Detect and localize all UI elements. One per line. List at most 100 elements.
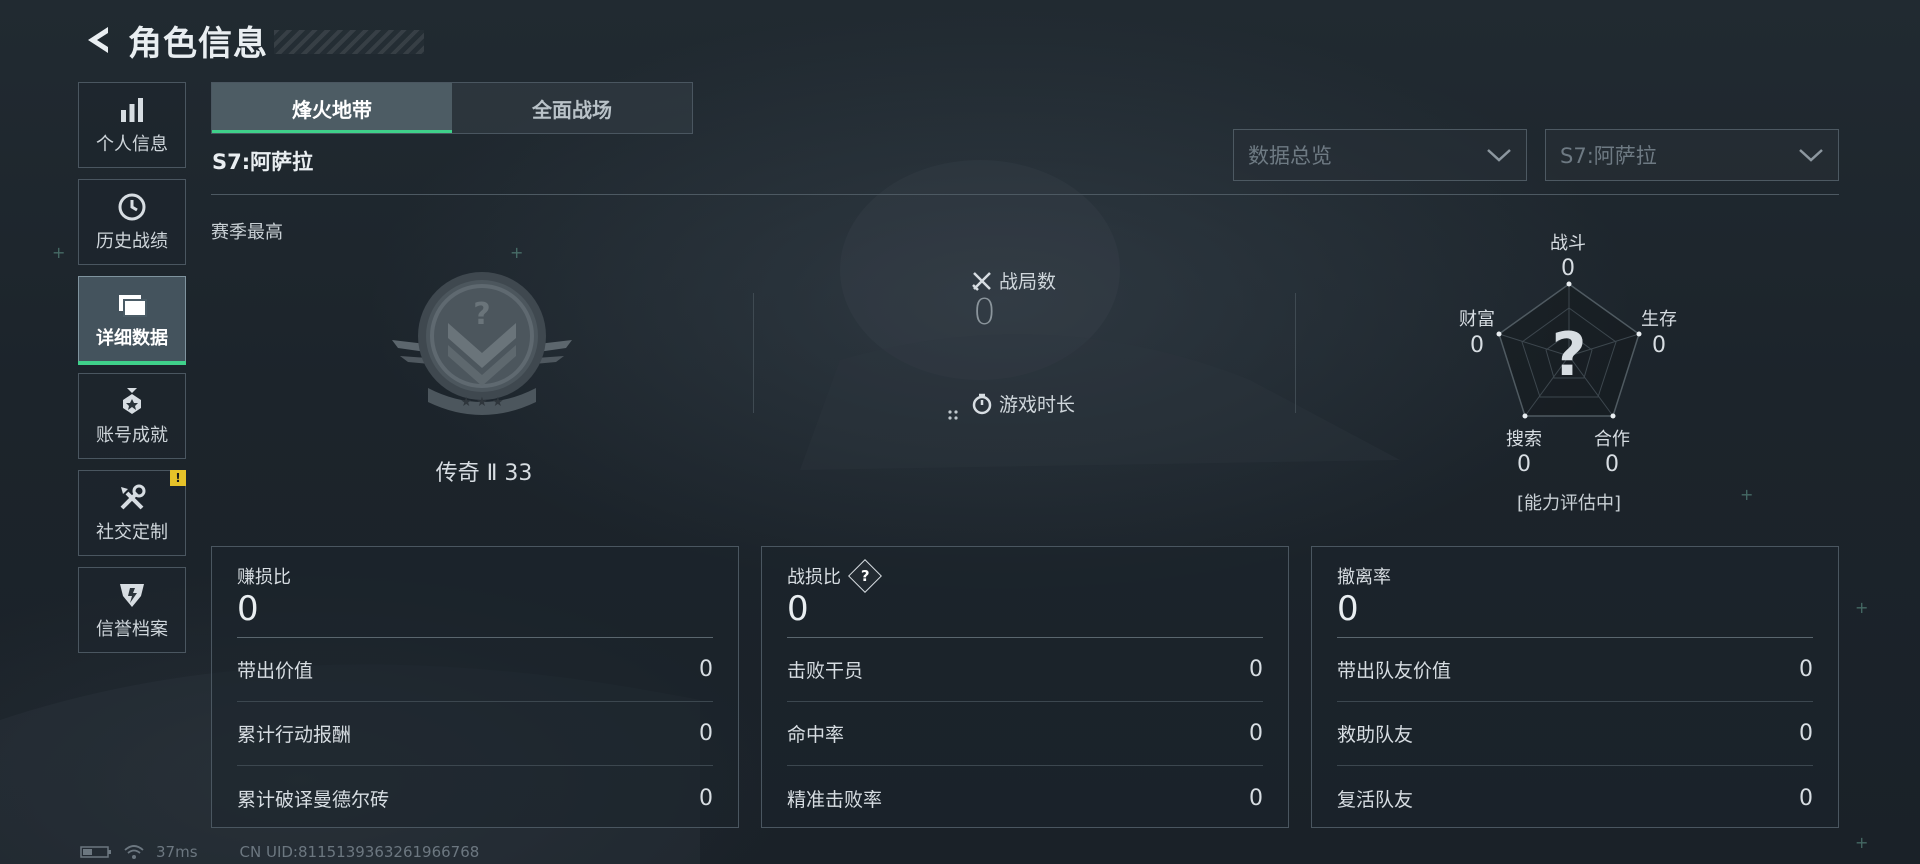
sidebar-item-label: 账号成就 xyxy=(96,425,168,446)
back-button[interactable] xyxy=(78,19,120,61)
question-icon: ? xyxy=(860,566,870,585)
sidebar-item-label: 社交定制 xyxy=(96,522,168,543)
season-title: S7:阿萨拉 xyxy=(212,150,314,174)
card-row: 命中率 0 xyxy=(787,702,1263,766)
sidebar-item-achievements[interactable]: 账号成就 xyxy=(78,373,186,459)
tab-full-battlefield[interactable]: 全面战场 xyxy=(452,83,692,133)
playtime-label-row: 游戏时长 xyxy=(971,390,1075,417)
vertical-divider xyxy=(753,293,754,413)
bar-chart-icon xyxy=(115,94,149,126)
sidebar-item-history[interactable]: 历史战绩 xyxy=(78,179,186,265)
clock-icon xyxy=(115,191,149,223)
chevron-down-icon xyxy=(1799,149,1823,162)
row-value: 0 xyxy=(1799,721,1813,746)
sidebar-item-detailed-data[interactable]: 详细数据 xyxy=(78,276,186,365)
svg-text:?: ? xyxy=(473,297,490,332)
back-arrow-icon xyxy=(88,27,108,53)
card-row: 带出价值 0 xyxy=(237,638,713,702)
card-row: 救助队友 0 xyxy=(1337,702,1813,766)
radar-label-wealth: 财富 xyxy=(1459,309,1495,330)
row-label: 累计破译曼德尔砖 xyxy=(237,788,390,811)
view-dropdown[interactable]: 数据总览 xyxy=(1233,129,1527,181)
section-divider xyxy=(211,194,1839,195)
vertical-divider xyxy=(1295,293,1296,413)
radar-value-cooperation: 0 xyxy=(1605,452,1619,477)
card-main-value: 0 xyxy=(1337,589,1359,629)
radar-label-survival: 生存 xyxy=(1641,309,1677,330)
radar-label-search: 搜索 xyxy=(1506,429,1542,450)
radar-value-search: 0 xyxy=(1517,452,1531,477)
dropdown-value: 数据总览 xyxy=(1248,144,1332,168)
help-button[interactable]: ? xyxy=(848,559,882,593)
ping-value: 37ms xyxy=(156,843,198,861)
battles-value: 0 xyxy=(973,292,996,333)
card-title: 撤离率 xyxy=(1337,563,1391,589)
warning-badge: ! xyxy=(170,470,186,486)
sidebar-item-social-custom[interactable]: ! 社交定制 xyxy=(78,470,186,556)
sidebar-item-label: 个人信息 xyxy=(96,134,168,155)
chevron-down-icon xyxy=(1487,149,1511,162)
card-row: 带出队友价值 0 xyxy=(1337,638,1813,702)
rank-emblem-icon: ? ★ ★ ★ xyxy=(392,272,572,415)
app-root: + + + + + 角色信息 个人信息 历史战绩 详细数据 账号成就 ! 社交定… xyxy=(0,0,1920,864)
sidebar-item-credit-record[interactable]: 信誉档案 xyxy=(78,567,186,653)
row-label: 复活队友 xyxy=(1337,788,1414,811)
status-footer: 37ms CN UID:8115139363261966768 xyxy=(80,843,491,861)
card-row: 精准击败率 0 xyxy=(787,766,1263,830)
row-label: 击败干员 xyxy=(787,660,864,682)
folder-icon xyxy=(115,288,149,320)
row-label: 带出价值 xyxy=(237,660,314,682)
row-label: 精准击败率 xyxy=(787,788,883,811)
card-title-text: 战损比 xyxy=(787,567,841,588)
crosshair-decor: + xyxy=(1740,485,1754,504)
card-row: 复活队友 0 xyxy=(1337,766,1813,830)
card-title-text: 赚损比 xyxy=(237,567,291,588)
shield-icon xyxy=(115,579,149,611)
title-decoration xyxy=(274,30,424,54)
season-dropdown[interactable]: S7:阿萨拉 xyxy=(1545,129,1839,181)
row-value: 0 xyxy=(1249,721,1263,746)
row-value: 0 xyxy=(1249,785,1263,811)
row-label: 救助队友 xyxy=(1337,724,1414,746)
card-title: 赚损比 xyxy=(237,563,291,589)
crosshair-decor: + xyxy=(510,243,524,262)
header: 角色信息 xyxy=(78,16,424,64)
row-label: 带出队友价值 xyxy=(1337,660,1452,682)
tools-icon xyxy=(115,482,149,514)
card-main-value: 0 xyxy=(787,589,809,629)
card-title: 战损比 ? xyxy=(787,559,882,593)
card-profit-loss: 赚损比 0 带出价值 0 累计行动报酬 0 累计破译曼德尔砖 0 xyxy=(211,546,739,828)
dropdown-value: S7:阿萨拉 xyxy=(1560,144,1657,168)
sidebar-item-label: 信誉档案 xyxy=(96,619,168,640)
card-main-value: 0 xyxy=(237,589,259,629)
card-row: 累计破译曼德尔砖 0 xyxy=(237,766,713,830)
sidebar-item-profile[interactable]: 个人信息 xyxy=(78,82,186,168)
sidebar: 个人信息 历史战绩 详细数据 账号成就 ! 社交定制 信誉档案 xyxy=(78,82,188,664)
battles-label: 战局数 xyxy=(999,271,1057,293)
sidebar-item-label: 历史战绩 xyxy=(96,231,168,252)
player-uid: CN UID:8115139363261966768 xyxy=(239,843,480,861)
mode-tabs: 烽火地带 全面战场 xyxy=(211,82,693,134)
battles-label-row: 战局数 xyxy=(971,267,1056,294)
row-value: 0 xyxy=(1799,785,1813,811)
svg-text:★ ★ ★: ★ ★ ★ xyxy=(460,395,503,410)
crosshair-decor: + xyxy=(52,243,66,262)
card-row: 累计行动报酬 0 xyxy=(237,702,713,766)
tab-hazard-zone[interactable]: 烽火地带 xyxy=(212,83,452,133)
row-label: 命中率 xyxy=(787,724,845,746)
radar-value-combat: 0 xyxy=(1561,256,1575,281)
sidebar-item-label: 详细数据 xyxy=(96,328,168,349)
stopwatch-icon xyxy=(971,393,993,415)
radar-value-survival: 0 xyxy=(1652,333,1666,358)
card-extraction-rate: 撤离率 0 带出队友价值 0 救助队友 0 复活队友 0 xyxy=(1311,546,1839,828)
season-best-label: 赛季最高 xyxy=(211,222,283,243)
row-value: 0 xyxy=(699,785,713,811)
medal-icon xyxy=(115,385,149,417)
wifi-icon xyxy=(124,844,144,860)
crosshair-decor: + xyxy=(1855,598,1869,617)
row-value: 0 xyxy=(699,657,713,682)
radar-label-combat: 战斗 xyxy=(1550,233,1586,254)
row-value: 0 xyxy=(699,721,713,746)
row-value: 0 xyxy=(1249,657,1263,682)
playtime-label: 游戏时长 xyxy=(999,394,1076,416)
